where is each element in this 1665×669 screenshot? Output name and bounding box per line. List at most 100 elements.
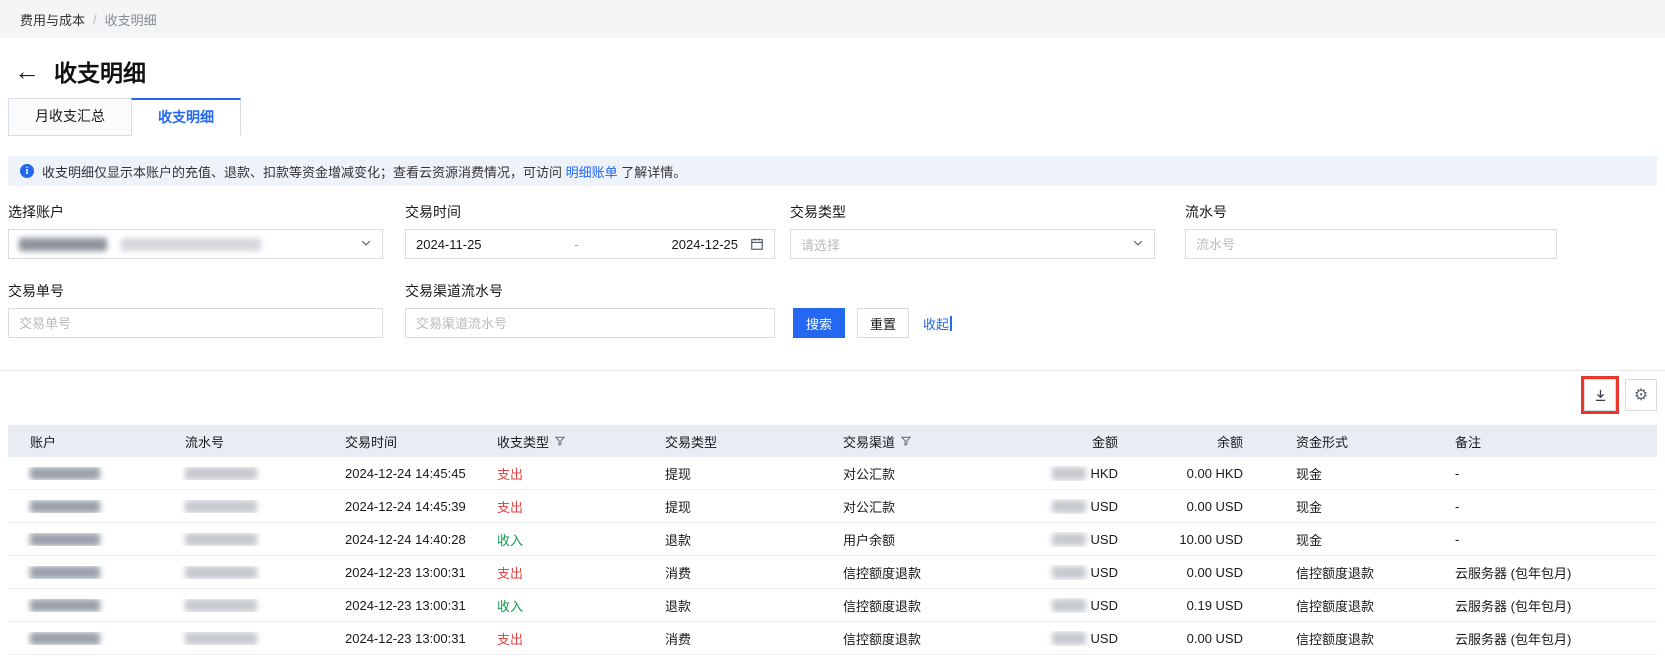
account-select[interactable] — [8, 229, 383, 259]
date-range-picker[interactable]: 2024-11-25 - 2024-12-25 — [405, 229, 775, 259]
cell-tx-type: 退款 — [665, 598, 692, 614]
cell-io-type: 收入 — [497, 598, 524, 614]
settings-button[interactable]: ⚙ — [1625, 379, 1657, 411]
blurred-amount — [1051, 565, 1086, 579]
cell-account — [8, 466, 163, 480]
reset-button[interactable]: 重置 — [857, 308, 909, 338]
col-header-amount: 金额 — [1091, 434, 1118, 450]
cell-fund-form: 信控额度退款 — [1296, 631, 1375, 647]
table-row: 2024-12-24 14:40:28 收入 退款 用户余额 USD 10.00… — [8, 523, 1657, 556]
blurred-serial — [185, 466, 257, 480]
cell-amount: USD — [963, 532, 1128, 547]
info-icon: i — [20, 164, 34, 178]
filter-transaction-type: 交易类型 请选择 — [790, 202, 1155, 259]
cell-channel: 信控额度退款 — [843, 598, 922, 614]
cell-serial — [163, 466, 323, 480]
cell-fund-form: 现金 — [1296, 532, 1323, 548]
back-arrow-icon[interactable]: ← — [14, 58, 40, 84]
bill-details-link[interactable]: 明细账单 — [566, 165, 618, 180]
chevron-down-icon — [360, 237, 372, 252]
blurred-account-value-2 — [121, 237, 261, 251]
download-button[interactable] — [1581, 376, 1619, 414]
cell-time: 2024-12-24 14:45:45 — [345, 465, 466, 481]
collapse-link[interactable]: 收起 — [923, 314, 952, 333]
cell-time: 2024-12-23 13:00:31 — [345, 630, 466, 646]
cell-io-type: 支出 — [497, 466, 524, 482]
calendar-icon[interactable] — [750, 237, 764, 251]
date-range-label: 交易时间 — [405, 204, 461, 220]
col-header-fund-form: 资金形式 — [1296, 434, 1349, 450]
order-number-label: 交易单号 — [8, 283, 64, 299]
filter-serial-number: 流水号 — [1185, 202, 1557, 259]
channel-serial-input[interactable] — [416, 315, 764, 331]
serial-number-input[interactable] — [1196, 236, 1546, 252]
cell-serial — [163, 598, 323, 612]
breadcrumb-current: 收支明细 — [104, 12, 157, 28]
cell-time: 2024-12-23 13:00:31 — [345, 564, 466, 580]
cell-io-type: 支出 — [497, 499, 524, 515]
blurred-amount — [1051, 466, 1086, 480]
cell-channel: 信控额度退款 — [843, 631, 922, 647]
blurred-amount — [1051, 532, 1086, 546]
col-header-io-type: 收支类型 — [475, 432, 643, 451]
filter-funnel-icon[interactable] — [554, 435, 566, 447]
blurred-account — [30, 499, 100, 513]
col-header-account: 账户 — [30, 434, 57, 450]
transaction-type-select[interactable]: 请选择 — [790, 229, 1155, 259]
breadcrumb: 费用与成本 / 收支明细 — [0, 0, 1665, 38]
cell-serial — [163, 499, 323, 513]
date-end[interactable]: 2024-12-25 — [672, 237, 739, 252]
cell-balance: 0.00 USD — [1186, 498, 1243, 514]
transactions-table: 账户 流水号 交易时间 收支类型 交易类型 交易渠道 金额 余额 资金形式 备注… — [8, 425, 1657, 655]
page-header: ← 收支明细 — [0, 38, 1665, 88]
cell-account — [8, 631, 163, 645]
cell-channel: 信控额度退款 — [843, 565, 922, 581]
download-icon — [1593, 388, 1608, 403]
cell-fund-form: 现金 — [1296, 466, 1323, 482]
blurred-serial — [185, 631, 257, 645]
cell-fund-form: 信控额度退款 — [1296, 565, 1375, 581]
cell-amount: USD — [963, 565, 1128, 580]
blurred-account-value — [19, 237, 107, 251]
table-header-row: 账户 流水号 交易时间 收支类型 交易类型 交易渠道 金额 余额 资金形式 备注 — [8, 425, 1657, 457]
blurred-amount — [1051, 499, 1086, 513]
cell-amount: HKD — [963, 466, 1128, 481]
cell-fund-form: 现金 — [1296, 499, 1323, 515]
col-header-serial: 流水号 — [185, 434, 225, 450]
cell-balance: 0.00 HKD — [1186, 465, 1243, 481]
info-banner: i 收支明细仅显示本账户的充值、退款、扣款等资金增减变化；查看云资源消费情况，可… — [8, 156, 1657, 186]
blurred-serial — [185, 598, 257, 612]
col-header-channel: 交易渠道 — [821, 432, 963, 451]
cell-amount: USD — [963, 499, 1128, 514]
table-body: 2024-12-24 14:45:45 支出 提现 对公汇款 HKD 0.00 … — [8, 457, 1657, 655]
page-title: 收支明细 — [54, 60, 146, 86]
search-button[interactable]: 搜索 — [793, 308, 845, 338]
cell-io-type: 收入 — [497, 532, 524, 548]
col-header-time: 交易时间 — [345, 434, 398, 450]
transaction-type-placeholder: 请选择 — [801, 237, 841, 253]
order-number-input[interactable] — [19, 315, 372, 331]
cell-channel: 对公汇款 — [843, 499, 896, 515]
tab-bar: 月收支汇总 收支明细 — [8, 98, 1665, 136]
cell-balance: 0.00 USD — [1186, 564, 1243, 580]
cell-serial — [163, 565, 323, 579]
table-row: 2024-12-23 13:00:31 收入 退款 信控额度退款 USD 0.1… — [8, 589, 1657, 622]
cell-amount: USD — [963, 598, 1128, 613]
cell-balance: 10.00 USD — [1179, 531, 1243, 547]
col-header-tx-type: 交易类型 — [665, 434, 718, 450]
tab-monthly-summary[interactable]: 月收支汇总 — [8, 98, 132, 136]
blurred-serial — [185, 532, 257, 546]
filter-funnel-icon[interactable] — [900, 435, 912, 447]
cell-time: 2024-12-24 14:40:28 — [345, 531, 466, 547]
cell-remark: - — [1455, 531, 1460, 547]
date-start[interactable]: 2024-11-25 — [416, 237, 482, 252]
account-label: 选择账户 — [8, 204, 64, 220]
breadcrumb-section[interactable]: 费用与成本 — [20, 10, 85, 29]
table-row: 2024-12-23 13:00:31 支出 消费 信控额度退款 USD 0.0… — [8, 622, 1657, 655]
tab-transaction-details[interactable]: 收支明细 — [131, 98, 241, 136]
cell-serial — [163, 532, 323, 546]
cell-tx-type: 提现 — [665, 466, 692, 482]
cell-fund-form: 信控额度退款 — [1296, 598, 1375, 614]
blurred-serial — [185, 499, 257, 513]
table-row: 2024-12-24 14:45:39 支出 提现 对公汇款 USD 0.00 … — [8, 490, 1657, 523]
